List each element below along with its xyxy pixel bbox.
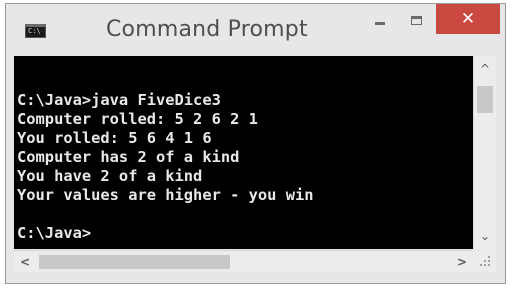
console-line: C:\Java>java FiveDice3 bbox=[17, 91, 221, 109]
scroll-left-icon[interactable]: < bbox=[20, 255, 30, 269]
console-text: C:\Java>java FiveDice3 Computer rolled: … bbox=[17, 72, 314, 243]
close-button[interactable]: ✕ bbox=[436, 4, 500, 34]
maximize-button[interactable] bbox=[398, 5, 434, 35]
window-title: Command Prompt bbox=[106, 17, 308, 42]
console-line: Computer has 2 of a kind bbox=[17, 148, 240, 166]
horizontal-scroll-thumb[interactable] bbox=[39, 255, 230, 269]
console-line: Your values are higher - you win bbox=[17, 186, 314, 204]
minimize-button[interactable] bbox=[362, 5, 398, 35]
scroll-up-icon[interactable]: ^ bbox=[474, 62, 496, 76]
vertical-scroll-thumb[interactable] bbox=[477, 86, 493, 113]
title-bar[interactable]: C:\ Command Prompt ✕ bbox=[6, 4, 505, 57]
console-line: You have 2 of a kind bbox=[17, 167, 203, 185]
scroll-down-icon[interactable]: ⌄ bbox=[474, 229, 496, 243]
console-output[interactable]: C:\Java>java FiveDice3 Computer rolled: … bbox=[14, 56, 473, 249]
console-line: You rolled: 5 6 4 1 6 bbox=[17, 129, 212, 147]
minimize-icon bbox=[375, 21, 385, 25]
vertical-scrollbar[interactable]: ^ ⌄ bbox=[473, 56, 496, 249]
close-icon: ✕ bbox=[460, 8, 476, 29]
horizontal-scrollbar[interactable]: < > bbox=[14, 250, 473, 272]
scroll-right-icon[interactable]: > bbox=[457, 255, 467, 269]
maximize-icon bbox=[410, 15, 422, 25]
console-line: Computer rolled: 5 2 6 2 1 bbox=[17, 110, 258, 128]
cmd-icon: C:\ bbox=[25, 24, 46, 38]
console-line: C:\Java> bbox=[17, 224, 92, 242]
resize-grip-icon[interactable] bbox=[473, 250, 496, 272]
